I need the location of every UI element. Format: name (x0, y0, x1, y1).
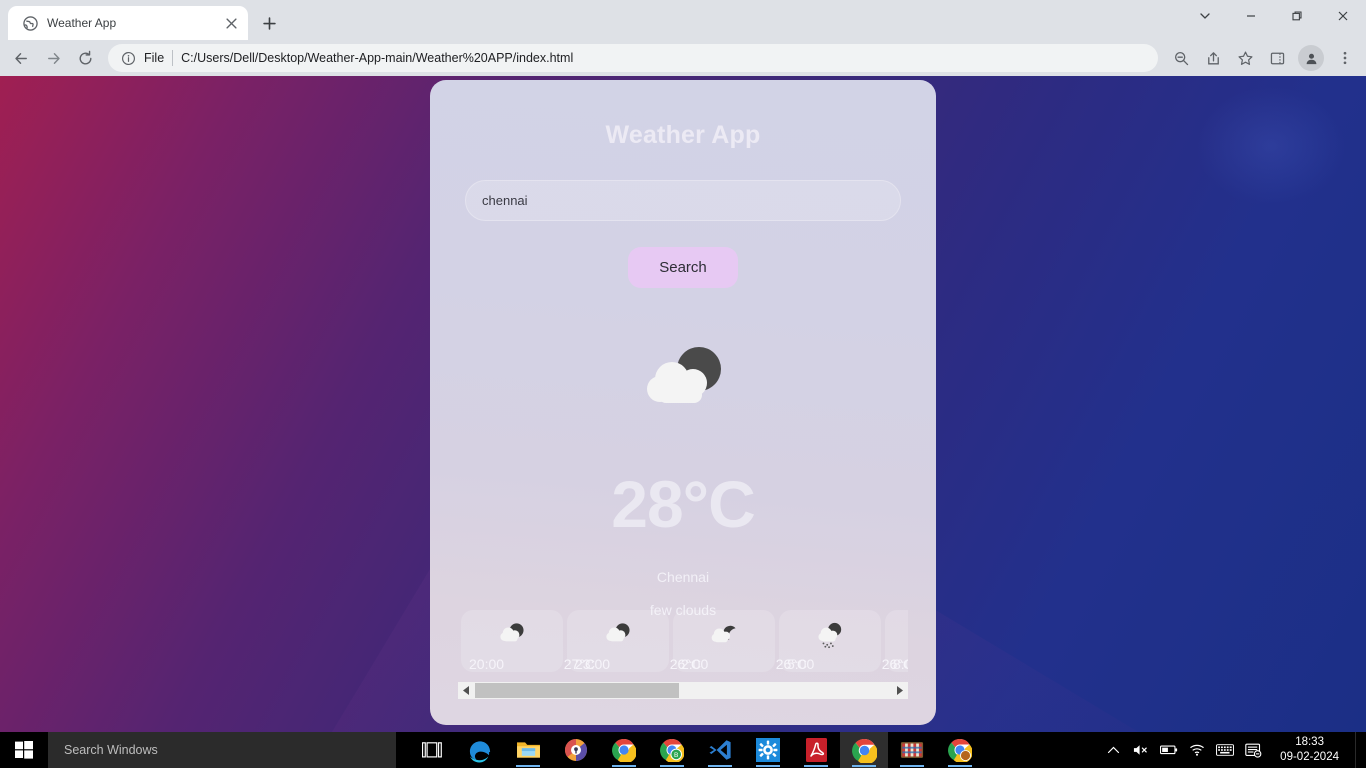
forecast-time: 5:00 (787, 656, 815, 672)
taskbar-open-indicator (948, 765, 972, 767)
taskbar-item-google-chrome[interactable] (600, 732, 648, 768)
taskbar-open-indicator (708, 765, 732, 767)
tab-search-chevron-icon[interactable] (1182, 0, 1228, 32)
keyboard-icon[interactable] (1216, 741, 1235, 759)
forecast-time: 23:00 (575, 656, 611, 672)
action-center-icon[interactable] (1244, 741, 1262, 759)
taskbar-open-indicator (612, 765, 636, 767)
taskbar-open-indicator (804, 765, 828, 767)
scrollbar-track[interactable] (475, 682, 891, 699)
taskbar-item-password-manager[interactable] (552, 732, 600, 768)
cloud-sun-icon (497, 622, 527, 651)
cloud-night-icon (709, 622, 739, 651)
address-bar[interactable]: File C:/Users/Dell/Desktop/Weather-App-m… (108, 44, 1158, 72)
current-city-name: Chennai (656, 569, 710, 585)
forecast-item[interactable]: 2:00 26°C (673, 610, 807, 672)
clock-date: 09-02-2024 (1280, 751, 1339, 763)
show-desktop-button[interactable] (1355, 732, 1360, 768)
current-temperature: 28°C (611, 467, 755, 541)
taskbar-open-indicator (852, 765, 876, 767)
new-tab-button[interactable] (254, 8, 284, 38)
toolbar-right-actions (1166, 43, 1360, 73)
tab-title: Weather App (47, 16, 117, 30)
taskbar-app-buttons: B (408, 732, 984, 768)
info-circle-icon[interactable] (120, 50, 136, 66)
browser-window: Weather App File C:/Users/Dell/Desktop/W… (0, 0, 1366, 76)
globe-icon (22, 15, 38, 31)
forecast-time: 8:00 (893, 656, 908, 672)
browser-toolbar: File C:/Users/Dell/Desktop/Weather-App-m… (0, 40, 1366, 76)
taskbar-open-indicator (660, 765, 684, 767)
page-title: Weather App (605, 121, 761, 149)
forecast-item[interactable]: 8:00 (885, 610, 908, 672)
side-panel-icon[interactable] (1262, 43, 1292, 73)
taskbar-item-visual-studio-code[interactable] (696, 732, 744, 768)
taskbar-item-chrome-canary[interactable] (936, 732, 984, 768)
search-row (465, 180, 901, 221)
share-icon[interactable] (1198, 43, 1228, 73)
forecast-track: 20:00 27°C 23:00 26°C 2:00 26°C 5:00 26°… (461, 610, 908, 672)
taskbar-clock[interactable]: 18:33 09-02-2024 (1272, 735, 1345, 765)
forecast-time: 20:00 (469, 656, 505, 672)
browser-tab[interactable]: Weather App (8, 6, 248, 40)
windows-logo-icon[interactable] (0, 732, 48, 768)
wallpaper-glow (1196, 86, 1346, 206)
cloud-drizzle-icon (815, 622, 845, 654)
windows-taskbar: Search Windows B 18:33 09-02-2024 (0, 732, 1366, 768)
taskbar-item-chrome-beta[interactable]: B (648, 732, 696, 768)
scrollbar-left-arrow[interactable] (458, 682, 475, 699)
battery-icon[interactable] (1160, 741, 1178, 759)
omnibox-separator (172, 50, 174, 66)
url-text[interactable]: C:/Users/Dell/Desktop/Weather-App-main/W… (181, 51, 1146, 65)
forecast-item[interactable]: 5:00 26°C (779, 610, 908, 672)
scrollbar-right-arrow[interactable] (891, 682, 908, 699)
forecast-horizontal-scrollbar[interactable] (458, 682, 908, 699)
city-search-input[interactable] (465, 180, 901, 221)
taskbar-item-file-explorer[interactable] (504, 732, 552, 768)
star-icon[interactable] (1230, 43, 1260, 73)
forward-arrow-icon[interactable] (38, 43, 68, 73)
taskbar-open-indicator (756, 765, 780, 767)
weather-app-card: Weather App Search 28°C Chennai few (430, 80, 936, 725)
clock-time: 18:33 (1295, 736, 1324, 748)
minimize-button[interactable] (1228, 0, 1274, 32)
search-windows-placeholder: Search Windows (64, 743, 158, 757)
maximize-button[interactable] (1274, 0, 1320, 32)
close-window-button[interactable] (1320, 0, 1366, 32)
taskbar-item-task-view[interactable] (408, 732, 456, 768)
taskbar-item-settings[interactable] (744, 732, 792, 768)
zoom-out-icon[interactable] (1166, 43, 1196, 73)
current-weather-icon-wrap (430, 331, 936, 431)
speaker-muted-icon[interactable] (1132, 741, 1150, 759)
forecast-item[interactable]: 20:00 27°C (461, 610, 595, 672)
cloud-sun-icon (603, 622, 633, 651)
taskbar-item-winrar[interactable] (888, 732, 936, 768)
system-tray: 18:33 09-02-2024 (1104, 732, 1366, 768)
taskbar-open-indicator (516, 765, 540, 767)
scrollbar-thumb[interactable] (475, 683, 679, 698)
forecast-time: 2:00 (681, 656, 709, 672)
taskbar-open-indicator (900, 765, 924, 767)
taskbar-item-google-chrome-window[interactable] (840, 732, 888, 768)
url-scheme-label: File (144, 51, 165, 65)
profile-avatar-icon[interactable] (1298, 45, 1324, 71)
reload-icon[interactable] (70, 43, 100, 73)
tab-close-icon[interactable] (222, 14, 240, 32)
window-controls (1182, 0, 1366, 40)
search-windows-box[interactable]: Search Windows (48, 732, 396, 768)
three-dot-menu-icon[interactable] (1330, 43, 1360, 73)
cloud-with-sun-icon (636, 343, 731, 420)
search-button[interactable]: Search (628, 247, 738, 288)
forecast-item[interactable]: 23:00 26°C (567, 610, 701, 672)
chevron-up-icon[interactable] (1104, 741, 1122, 759)
wifi-icon[interactable] (1188, 741, 1206, 759)
taskbar-item-adobe-acrobat[interactable] (792, 732, 840, 768)
back-arrow-icon[interactable] (6, 43, 36, 73)
tab-strip: Weather App (0, 0, 1366, 40)
svg-text:B: B (674, 752, 678, 759)
taskbar-item-microsoft-edge[interactable] (456, 732, 504, 768)
